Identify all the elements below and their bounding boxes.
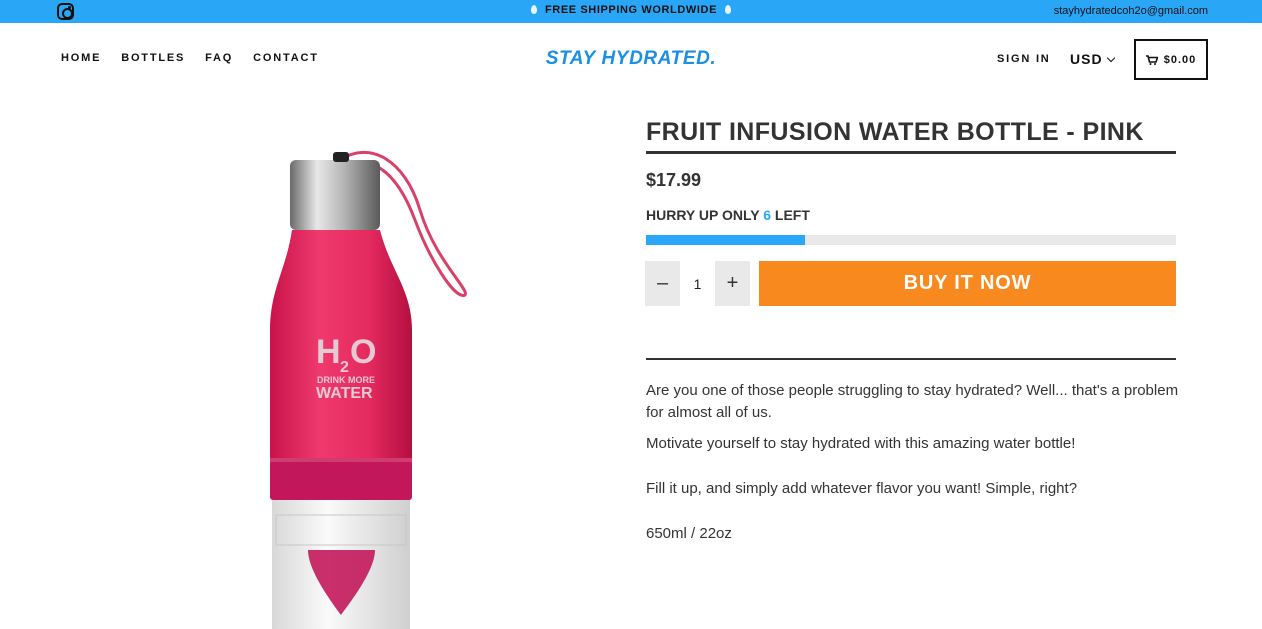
announcement-text: FREE SHIPPING WORLDWIDE: [544, 4, 718, 16]
chevron-down-icon: [1106, 53, 1115, 63]
product-image: H 2 O DRINK MORE WATER: [230, 130, 510, 629]
cart-icon: [1145, 54, 1158, 65]
product-title: FRUIT INFUSION WATER BOTTLE - PINK: [646, 118, 1176, 154]
bottle-illustration: H 2 O DRINK MORE WATER: [270, 150, 467, 629]
cart-total: $0.00: [1163, 53, 1197, 66]
quantity-increase-button[interactable]: +: [715, 261, 750, 306]
buy-it-now-button[interactable]: BUY IT NOW: [759, 261, 1176, 306]
divider: [646, 358, 1176, 360]
water-drop-icon: [530, 5, 537, 14]
description-paragraph: Fill it up, and simply add whatever flav…: [646, 480, 1078, 497]
description-paragraph: 650ml / 22oz: [646, 525, 732, 542]
quantity-input[interactable]: [680, 261, 715, 306]
description-paragraph: Motivate yourself to stay hydrated with …: [646, 435, 1076, 452]
description-paragraph: Are you one of those people struggling t…: [646, 382, 1179, 421]
sign-in-link[interactable]: SIGN IN: [997, 53, 1051, 65]
currency-selector[interactable]: USD: [1070, 51, 1115, 67]
currency-label: USD: [1070, 51, 1103, 67]
bottle-brand-sub: 2: [340, 359, 349, 376]
announcement-bar: FREE SHIPPING WORLDWIDE stayhydratedcoh2…: [0, 0, 1262, 23]
quantity-decrease-button[interactable]: –: [645, 261, 680, 306]
bottle-text-line2: WATER: [316, 385, 373, 402]
bottle-text-line1: DRINK MORE: [317, 375, 375, 385]
stock-notice: HURRY UP ONLY 6 LEFT: [646, 207, 810, 223]
water-drop-icon: [725, 5, 732, 14]
bottle-brand-o: O: [350, 333, 376, 371]
contact-email[interactable]: stayhydratedcoh2o@gmail.com: [1054, 5, 1208, 17]
stock-progress-bar: [646, 235, 1176, 245]
stock-count: 6: [763, 207, 772, 223]
stock-notice-suffix: LEFT: [771, 207, 810, 223]
stock-progress-fill: [646, 235, 805, 245]
stock-notice-prefix: HURRY UP ONLY: [646, 207, 764, 223]
bottle-brand-h: H: [316, 333, 341, 371]
product-price: $17.99: [646, 170, 702, 190]
cart-button[interactable]: $0.00: [1134, 39, 1208, 80]
